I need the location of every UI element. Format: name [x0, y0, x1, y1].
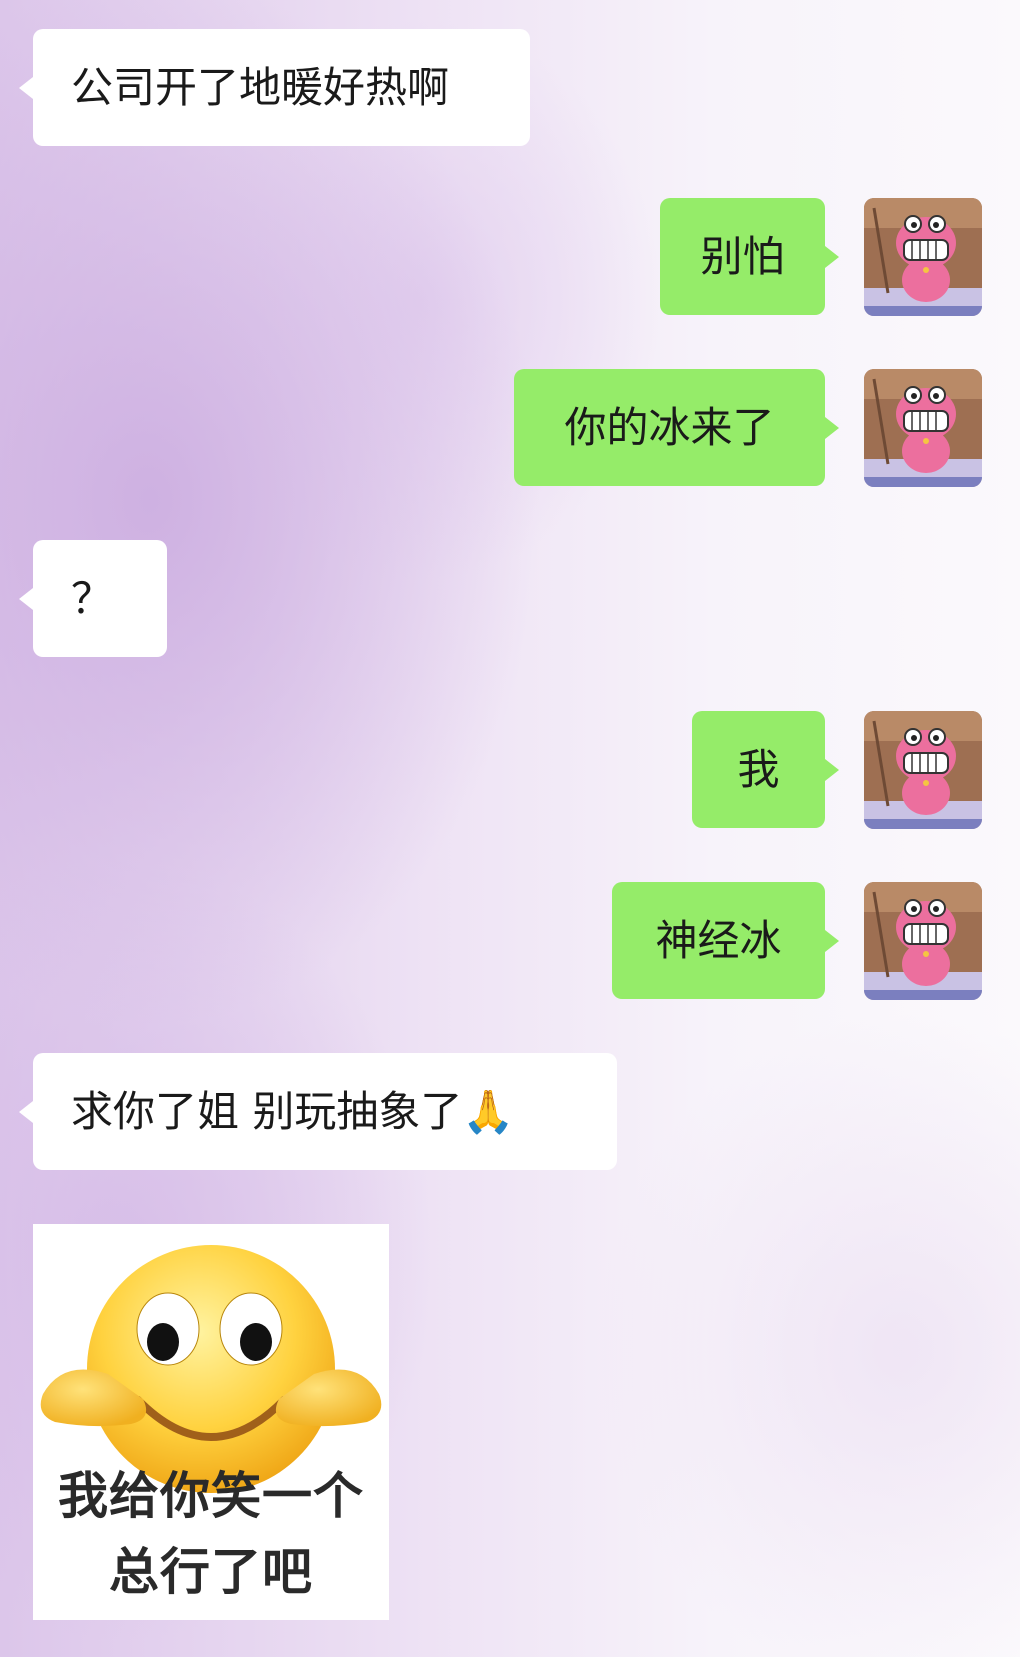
message-text: 我	[737, 744, 780, 794]
message-text: 神经冰	[655, 915, 782, 965]
incoming-message-bubble[interactable]: ？	[33, 540, 167, 657]
outgoing-message-bubble[interactable]: 你的冰来了	[514, 369, 825, 486]
incoming-message-bubble[interactable]: 公司开了地暖好热啊	[33, 29, 530, 146]
sticker-caption-line2: 总行了吧	[109, 1543, 313, 1601]
message-text: 公司开了地暖好热啊	[71, 62, 450, 112]
user-avatar[interactable]	[864, 198, 982, 316]
sticker-message[interactable]: 我给你笑一个 总行了吧	[33, 1224, 389, 1620]
outgoing-message-bubble[interactable]: 神经冰	[612, 882, 825, 999]
message-text: ？	[71, 573, 114, 623]
bubble-tail	[825, 759, 839, 781]
message-text: 你的冰来了	[564, 402, 775, 452]
message-text: 别怕	[700, 231, 785, 281]
bubble-tail	[825, 417, 839, 439]
outgoing-message-bubble[interactable]: 别怕	[660, 198, 825, 315]
bubble-tail	[19, 77, 33, 99]
user-avatar[interactable]	[864, 711, 982, 829]
bubble-tail	[825, 930, 839, 952]
bubble-tail	[19, 588, 33, 610]
bubble-tail	[825, 246, 839, 268]
user-avatar[interactable]	[864, 369, 982, 487]
pink-crocodile-avatar-icon	[864, 882, 982, 1000]
bubble-tail	[19, 1101, 33, 1123]
outgoing-message-bubble[interactable]: 我	[692, 711, 825, 828]
pink-crocodile-avatar-icon	[864, 711, 982, 829]
pink-crocodile-avatar-icon	[864, 369, 982, 487]
user-avatar[interactable]	[864, 882, 982, 1000]
pink-crocodile-avatar-icon	[864, 198, 982, 316]
message-text: 求你了姐 别玩抽象了🙏	[71, 1086, 515, 1136]
incoming-message-bubble[interactable]: 求你了姐 别玩抽象了🙏	[33, 1053, 617, 1170]
sticker-caption-line1: 我给你笑一个	[58, 1467, 364, 1525]
